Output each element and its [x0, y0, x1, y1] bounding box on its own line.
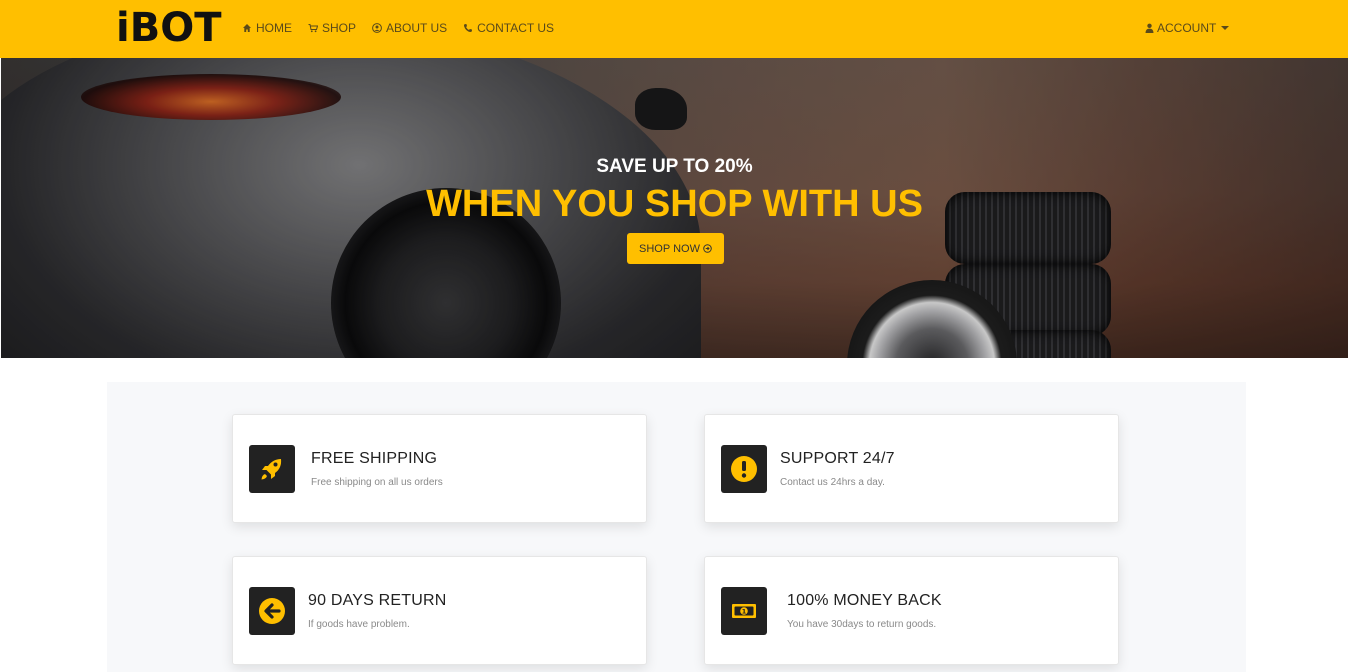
shop-now-button[interactable]: SHOP NOW: [627, 233, 724, 264]
account-dropdown[interactable]: ACCOUNT: [1145, 20, 1230, 36]
feature-description: If goods have problem.: [308, 619, 410, 630]
exclamation-circle-icon: [731, 456, 757, 482]
feature-icon-box: 1: [721, 587, 767, 635]
nav-item-label: SHOP: [322, 21, 357, 35]
feature-title: 90 DAYS RETURN: [308, 592, 447, 609]
arrow-right-circle-icon: [703, 244, 712, 253]
feature-title: SUPPORT 24/7: [780, 450, 895, 467]
nav-item-home[interactable]: HOME: [242, 20, 292, 36]
user-icon: [1145, 23, 1154, 33]
feature-description: Contact us 24hrs a day.: [780, 477, 885, 488]
nav-item-about[interactable]: ABOUT US: [372, 20, 447, 36]
phone-icon: [464, 24, 473, 33]
feature-icon-box: [249, 445, 295, 493]
nav-item-contact[interactable]: CONTACT US: [463, 20, 554, 36]
nav-item-label: CONTACT US: [477, 21, 555, 35]
home-icon: [243, 24, 251, 32]
feature-card-support: SUPPORT 24/7 Contact us 24hrs a day.: [704, 414, 1119, 523]
brand-logo[interactable]: iBOT: [116, 6, 222, 50]
feature-icon-box: [249, 587, 295, 635]
hero-banner: SAVE UP TO 20% WHEN YOU SHOP WITH US SHO…: [1, 58, 1348, 358]
money-icon: 1: [732, 604, 756, 618]
shop-now-label: SHOP NOW: [639, 242, 700, 255]
nav-item-label: HOME: [256, 21, 292, 35]
arrow-left-circle-icon: [259, 598, 285, 624]
feature-card-shipping: FREE SHIPPING Free shipping on all us or…: [232, 414, 647, 523]
account-label: ACCOUNT: [1157, 21, 1217, 35]
nav-item-label: ABOUT US: [386, 21, 448, 35]
feature-title: 100% MONEY BACK: [787, 592, 942, 609]
feature-description: You have 30days to return goods.: [787, 619, 937, 630]
rocket-icon: [261, 459, 282, 480]
user-circle-icon: [372, 23, 382, 33]
cart-icon: [308, 24, 318, 33]
hero-subtitle: SAVE UP TO 20%: [596, 156, 753, 177]
hero-title: WHEN YOU SHOP WITH US: [426, 183, 923, 225]
feature-card-return: 90 DAYS RETURN If goods have problem.: [232, 556, 647, 665]
feature-title: FREE SHIPPING: [311, 450, 438, 467]
top-navbar: iBOT HOME SHOP ABOUT US CONTACT US ACCOU…: [0, 0, 1348, 58]
main-nav: HOME SHOP ABOUT US CONTACT US: [242, 20, 554, 36]
feature-description: Free shipping on all us orders: [311, 477, 443, 488]
feature-icon-box: [721, 445, 767, 493]
feature-card-money-back: 1 100% MONEY BACK You have 30days to ret…: [704, 556, 1119, 665]
svg-text:1: 1: [742, 608, 747, 616]
chevron-down-icon: [1221, 26, 1230, 30]
nav-item-shop[interactable]: SHOP: [308, 20, 356, 36]
features-section: FREE SHIPPING Free shipping on all us or…: [107, 382, 1246, 672]
